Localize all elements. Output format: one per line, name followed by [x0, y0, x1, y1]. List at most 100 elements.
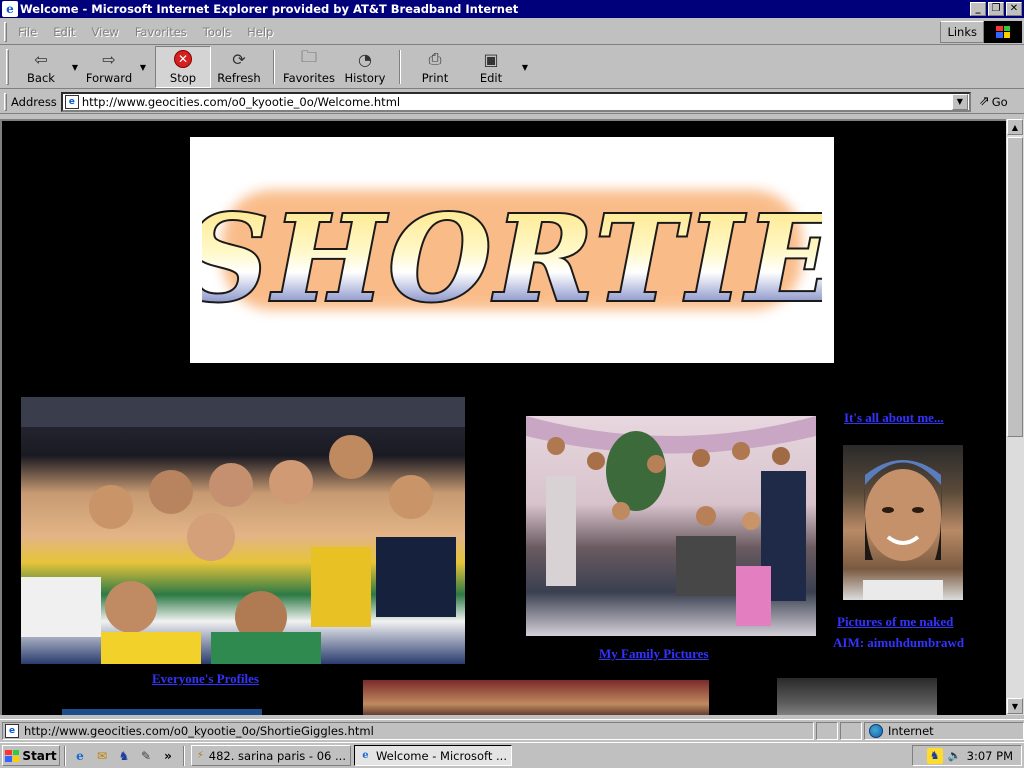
menu-grip[interactable] — [4, 21, 7, 42]
toolbar-grip[interactable] — [6, 49, 9, 85]
group-photo-shapes — [21, 397, 465, 664]
menu-tools[interactable]: Tools — [195, 25, 239, 39]
start-label: Start — [22, 748, 57, 763]
address-bar: Address e ▼ ⇗ Go — [0, 90, 1024, 114]
scroll-up-arrow-icon[interactable]: ▲ — [1007, 119, 1023, 135]
volume-icon[interactable]: 🔈 — [947, 748, 963, 764]
minimize-button[interactable]: _ — [970, 2, 986, 16]
back-label: Back — [27, 71, 55, 85]
bottom-right-photo[interactable] — [777, 678, 937, 715]
edit-dropdown[interactable]: ▼ — [519, 46, 531, 88]
bottom-left-photo[interactable] — [62, 709, 262, 715]
family-photo-shapes — [526, 416, 816, 626]
ie-icon: e — [2, 1, 18, 17]
outlook-quicklaunch-icon[interactable]: ✉ — [93, 747, 111, 765]
shortie-logo: SHORTIE — [202, 187, 822, 330]
task-label: Welcome - Microsoft ... — [375, 748, 507, 763]
menu-file[interactable]: File — [10, 25, 45, 39]
refresh-icon: ⟳ — [232, 49, 246, 69]
winamp-icon: ⚡ — [196, 750, 204, 761]
standard-toolbar: ⇦ Back ▼ ⇨ Forward ▼ ✕ Stop ⟳ Refresh 🗀 … — [0, 46, 1024, 89]
maximize-button[interactable]: ❐ — [988, 2, 1004, 16]
group-photo[interactable] — [21, 397, 465, 664]
address-dropdown[interactable]: ▼ — [951, 93, 968, 110]
status-text-panel: e http://www.geocities.com/o0_kyootie_0o… — [2, 721, 814, 740]
status-cell — [840, 721, 862, 740]
back-dropdown[interactable]: ▼ — [69, 46, 81, 88]
status-cell — [816, 721, 838, 740]
scroll-down-arrow-icon[interactable]: ▼ — [1007, 698, 1023, 714]
portrait-photo[interactable] — [843, 445, 963, 600]
profiles-link[interactable]: Everyone's Profiles — [152, 671, 259, 687]
address-field[interactable]: e ▼ — [60, 91, 971, 112]
forward-label: Forward — [85, 71, 133, 85]
about-me-link[interactable]: It's all about me... — [844, 410, 944, 426]
desktop-quicklaunch-icon[interactable]: ✎ — [137, 747, 155, 765]
system-tray: ♞ 🔈 3:07 PM — [912, 745, 1022, 766]
clock[interactable]: 3:07 PM — [967, 749, 1013, 763]
links-button[interactable]: Links — [940, 20, 984, 43]
quicklaunch-more-button[interactable]: » — [159, 747, 177, 765]
aim-quicklaunch-icon[interactable]: ♞ — [115, 747, 133, 765]
refresh-label: Refresh — [217, 71, 261, 85]
back-button[interactable]: ⇦ Back — [13, 46, 69, 88]
close-button[interactable]: ✕ — [1006, 2, 1022, 16]
forward-arrow-icon: ⇨ — [102, 49, 116, 69]
refresh-button[interactable]: ⟳ Refresh — [211, 46, 267, 88]
menu-bar: File Edit View Favorites Tools Help Link… — [0, 19, 1024, 45]
edit-label: Edit — [479, 71, 503, 85]
pictures-link[interactable]: Pictures of me naked — [837, 614, 953, 630]
menu-edit[interactable]: Edit — [45, 25, 83, 39]
family-photo[interactable] — [526, 416, 816, 636]
address-grip[interactable] — [4, 92, 7, 111]
aim-tray-icon[interactable]: ♞ — [926, 747, 943, 764]
ie-icon: e — [362, 750, 369, 761]
edit-button[interactable]: ▣ Edit — [463, 46, 519, 88]
taskbar-ie-welcome[interactable]: e Welcome - Microsoft ... — [354, 745, 512, 766]
family-pictures-link[interactable]: My Family Pictures — [599, 646, 709, 662]
page-icon: e — [64, 94, 79, 109]
globe-icon — [869, 723, 883, 738]
vertical-scrollbar[interactable]: ▲ ▼ — [1006, 119, 1024, 715]
menu-help[interactable]: Help — [239, 25, 281, 39]
stop-button[interactable]: ✕ Stop — [155, 46, 211, 88]
back-arrow-icon: ⇦ — [34, 49, 48, 69]
menu-view[interactable]: View — [84, 25, 127, 39]
bottom-group-photo[interactable] — [363, 680, 709, 715]
scroll-thumb[interactable] — [1007, 137, 1023, 437]
shortie-banner-image[interactable]: SHORTIE — [190, 137, 834, 363]
forward-dropdown[interactable]: ▼ — [137, 46, 149, 88]
print-button[interactable]: ⎙ Print — [407, 46, 463, 88]
start-button[interactable]: Start — [2, 745, 60, 766]
go-button[interactable]: ⇗ Go — [979, 94, 1008, 109]
favorites-label: Favorites — [283, 71, 335, 85]
taskbar-winamp[interactable]: ⚡ 482. sarina paris - 06 ... — [191, 745, 351, 766]
taskbar: Start e ✉ ♞ ✎ » ⚡ 482. sarina paris - 06… — [0, 742, 1024, 768]
banner-text: SHORTIE — [202, 189, 822, 328]
title-bar: e Welcome - Microsoft Internet Explorer … — [0, 0, 1024, 18]
portrait-photo-shapes — [863, 460, 943, 600]
forward-button[interactable]: ⇨ Forward — [81, 46, 137, 88]
go-label: Go — [991, 94, 1008, 109]
ie-quicklaunch-icon[interactable]: e — [71, 747, 89, 765]
favorites-folder-icon: 🗀 — [300, 46, 317, 66]
status-bar: e http://www.geocities.com/o0_kyootie_0o… — [0, 719, 1024, 741]
address-input[interactable] — [81, 94, 952, 109]
edit-icon: ▣ — [483, 49, 499, 69]
stop-label: Stop — [169, 71, 197, 85]
address-label: Address — [11, 94, 57, 109]
history-button[interactable]: ◔ History — [337, 46, 393, 88]
menu-favorites[interactable]: Favorites — [127, 25, 195, 39]
zone-label: Internet — [888, 723, 934, 738]
history-label: History — [344, 71, 386, 85]
printer-icon: ⎙ — [428, 49, 442, 68]
history-icon: ◔ — [358, 49, 372, 69]
aim-text: AIM: aimuhdumbrawd — [833, 635, 965, 650]
favorites-button[interactable]: 🗀 Favorites — [281, 46, 337, 88]
print-label: Print — [421, 71, 449, 85]
windows-flag-icon — [5, 749, 20, 762]
page-viewport: SHORTIE It's all about me... Everyone's … — [0, 119, 1006, 715]
status-text: http://www.geocities.com/o0_kyootie_0o/S… — [24, 723, 374, 738]
task-label: 482. sarina paris - 06 ... — [208, 748, 346, 763]
go-arrow-icon: ⇗ — [978, 94, 990, 109]
